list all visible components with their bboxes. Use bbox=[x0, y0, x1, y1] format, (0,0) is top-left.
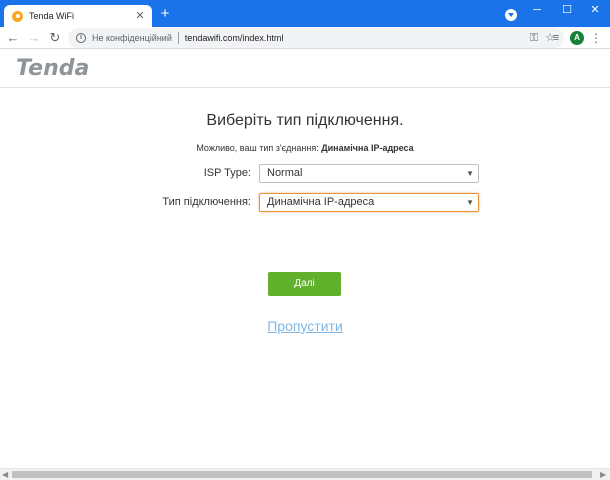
page-header: Tenda bbox=[0, 50, 610, 88]
url-text[interactable]: tendawifi.com/index.html bbox=[185, 33, 526, 43]
tenda-favicon-icon bbox=[12, 10, 23, 22]
close-tab-icon[interactable]: ✕ bbox=[133, 9, 147, 23]
chevron-down-icon: ▼ bbox=[466, 169, 474, 178]
browser-tab[interactable]: Tenda WiFi ✕ bbox=[4, 5, 152, 27]
chevron-down-icon: ▼ bbox=[466, 198, 474, 207]
security-status[interactable]: Не конфіденційний bbox=[92, 33, 172, 43]
url-separator bbox=[177, 32, 179, 44]
browser-toolbar: ← → ↻ i Не конфіденційний tendawifi.com/… bbox=[0, 27, 610, 49]
page-title: Виберіть тип підключення. bbox=[206, 112, 404, 129]
profile-avatar[interactable]: A bbox=[570, 31, 584, 45]
isp-type-select[interactable]: Normal ▼ bbox=[259, 164, 479, 183]
connection-type-value: Динамічна IP-адреса bbox=[267, 196, 375, 208]
address-bar[interactable]: i Не конфіденційний tendawifi.com/index.… bbox=[68, 28, 564, 48]
new-tab-button[interactable]: + bbox=[157, 6, 173, 22]
info-icon[interactable]: i bbox=[76, 33, 86, 43]
menu-kebab-icon[interactable]: ⋮ bbox=[590, 30, 602, 46]
browser-title-bar: Tenda WiFi ✕ + ─ ☐ ✕ bbox=[0, 0, 610, 27]
tenda-logo: Tenda bbox=[16, 56, 90, 81]
horizontal-scrollbar[interactable]: ◀ ▶ bbox=[0, 468, 610, 480]
close-window-icon[interactable]: ✕ bbox=[581, 2, 609, 18]
scrollbar-thumb[interactable] bbox=[12, 471, 592, 478]
detected-prefix: Можливо, ваш тип з'єднання: bbox=[196, 143, 319, 153]
scroll-left-icon[interactable]: ◀ bbox=[2, 470, 8, 480]
back-arrow-icon[interactable]: ← bbox=[5, 30, 21, 46]
connection-type-select[interactable]: Динамічна IP-адреса ▼ bbox=[259, 193, 479, 212]
tab-title: Tenda WiFi bbox=[29, 11, 75, 21]
key-icon[interactable]: ⚿ bbox=[526, 30, 542, 46]
skip-link[interactable]: Пропустити bbox=[0, 318, 610, 334]
detected-value: Динамічна IP-адреса bbox=[321, 143, 414, 153]
minimize-icon[interactable]: ─ bbox=[523, 2, 551, 18]
scroll-right-icon[interactable]: ▶ bbox=[600, 470, 606, 480]
isp-type-label: ISP Type: bbox=[203, 167, 251, 179]
tab-search-icon[interactable] bbox=[505, 9, 517, 21]
forward-arrow-icon[interactable]: → bbox=[26, 30, 42, 46]
reload-icon[interactable]: ↻ bbox=[47, 30, 63, 46]
maximize-icon[interactable]: ☐ bbox=[553, 2, 581, 18]
isp-type-value: Normal bbox=[267, 167, 303, 179]
detected-connection-line: Можливо, ваш тип з'єднання: Динамічна IP… bbox=[0, 143, 610, 153]
next-button[interactable]: Далі bbox=[268, 272, 341, 296]
media-control-icon[interactable]: ≡ bbox=[549, 30, 563, 46]
connection-type-label: Тип підключення: bbox=[162, 196, 251, 208]
